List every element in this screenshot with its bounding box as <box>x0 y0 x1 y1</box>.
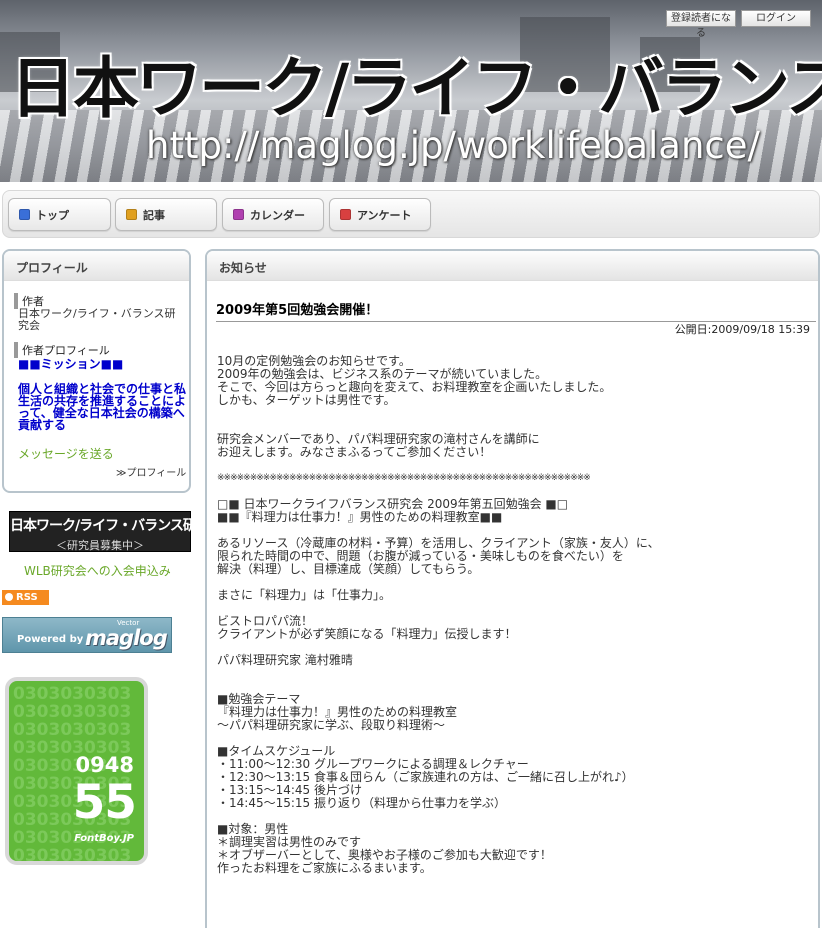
profile-box: プロフィール 作者 日本ワーク/ライフ・バランス研究会 作者プロフィール ■■ミ… <box>2 249 191 493</box>
survey-icon <box>340 209 351 220</box>
nav-label: トップ <box>36 208 69 222</box>
body-line: お迎えします。みなさまふるってご参加ください！ <box>217 445 492 459</box>
banner-line1: 日本ワーク/ライフ・バランス研究会 <box>10 518 223 534</box>
maglog-banner[interactable]: Vector Powered by maglog <box>2 617 172 653</box>
body-line: 作ったお料理をご家族にふるまいます。 <box>217 861 432 875</box>
banner-line2: ＜研究員募集中＞ <box>56 539 144 552</box>
counter-top: 0948 <box>75 753 134 777</box>
rss-label: RSS <box>16 592 38 603</box>
nav-label: 記事 <box>143 208 165 222</box>
body-line: 解決（料理）し、目標達成（笑顔）してもらう。 <box>217 562 480 576</box>
body-line: ・14:45～15:15 振り返り（料理から仕事力を学ぶ） <box>217 796 506 810</box>
main-heading: お知らせ <box>207 251 818 281</box>
body-line: パパ料理研究家 滝村雅晴 <box>217 653 353 667</box>
post-body: 10月の定例勉強会のお知らせです。 2009年の勉強会は、ビジネス系のテーマが続… <box>217 355 817 875</box>
site-url: http://maglog.jp/worklifebalance/ <box>146 124 760 167</box>
rss-icon <box>5 593 13 601</box>
body-line: ■■『料理力は仕事力！』男性のための料理教室■■ <box>217 510 503 524</box>
body-line: クライアントが必ず笑顔になる「料理力」伝授します！ <box>217 627 517 641</box>
home-icon <box>19 209 30 220</box>
rss-button[interactable]: RSS <box>2 590 49 605</box>
recruitment-banner[interactable]: 日本ワーク/ライフ・バランス研究会 ＜研究員募集中＞ <box>9 511 223 552</box>
main-nav: トップ 記事 カレンダー アンケート <box>2 190 820 238</box>
main-content: お知らせ 2009年第5回勉強会開催！ 公開日:2009/09/18 15:39… <box>205 249 820 928</box>
author-name: 日本ワーク/ライフ・バランス研究会 <box>18 307 176 332</box>
body-line: ※※※※※※※※※※※※※※※※※※※※※※※※※※※※※※※※※※※※※※※※… <box>217 473 591 483</box>
header-banner: 日本ワーク/ライフ・バランス研究会 http://maglog.jp/workl… <box>0 0 822 182</box>
body-line: しかも、ターゲットは男性です。 <box>217 393 396 407</box>
counter-brand: FontBoy.JP <box>74 833 134 844</box>
profile-heading: プロフィール <box>4 251 189 281</box>
maglog-logo: maglog <box>85 626 168 650</box>
nav-label: カレンダー <box>250 208 305 222</box>
register-reader-button[interactable]: 登録読者になる <box>666 10 736 39</box>
article-icon <box>126 209 137 220</box>
join-link[interactable]: WLB研究会への入会申込み <box>24 562 171 579</box>
send-message-link[interactable]: メッセージを送る <box>18 448 114 460</box>
body-line: ～パパ料理研究家に学ぶ、段取り料理術～ <box>217 718 446 732</box>
login-button[interactable]: ログイン <box>741 10 811 27</box>
body-line <box>217 680 817 693</box>
post-date: 公開日:2009/09/18 15:39 <box>674 323 810 336</box>
nav-survey-button[interactable]: アンケート <box>329 198 431 231</box>
body-line <box>217 810 817 823</box>
nav-calendar-button[interactable]: カレンダー <box>222 198 324 231</box>
mission-text: 個人と組織と社会での仕事と私生活の共存を推進することによって、健全な日本社会の構… <box>18 382 187 432</box>
calendar-icon <box>233 209 244 220</box>
nav-articles-button[interactable]: 記事 <box>115 198 217 231</box>
nav-top-button[interactable]: トップ <box>8 198 111 231</box>
body-line <box>217 407 817 420</box>
mission-heading: ■■ミッション■■ <box>18 357 124 371</box>
nav-label: アンケート <box>357 208 412 222</box>
body-line <box>217 459 817 472</box>
access-counter: 0303030303030303030303030303030303030303… <box>5 677 148 865</box>
profile-link[interactable]: ≫プロフィール <box>116 468 186 480</box>
counter-bottom: 55 <box>72 775 137 830</box>
author-profile-heading: 作者プロフィール <box>14 342 110 358</box>
post-title[interactable]: 2009年第5回勉強会開催！ <box>216 299 816 322</box>
powered-by-label: Powered by <box>17 634 84 645</box>
body-line <box>217 667 817 680</box>
body-line: まさに「料理力」は「仕事力」。 <box>217 588 392 602</box>
site-title[interactable]: 日本ワーク/ライフ・バランス研究会 <box>10 35 822 131</box>
